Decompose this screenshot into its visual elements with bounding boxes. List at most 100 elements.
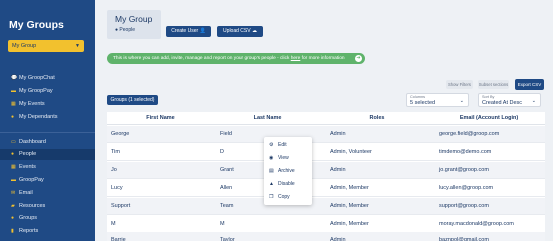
group-header-card: My Group ● People [107,10,161,39]
sidebar-item-grooppay[interactable]: ▬ GroopPay [0,175,95,186]
calendar-icon: ▦ [11,101,16,107]
cell-last-name: D [220,149,224,155]
sidebar-item-my-groopchat[interactable]: 💬 My GroopChat [0,73,95,84]
table-row[interactable]: Lucy Allen Admin, Member lucy.allen@groo… [107,180,545,197]
chevron-down-icon: ⌄ [459,98,464,104]
sidebar-item-events[interactable]: ▦ Events [0,162,95,173]
columns-value: 5 selected [410,100,436,106]
column-header-first-name[interactable]: First Name [107,112,214,125]
arrow-right-icon[interactable]: ➜ [355,55,362,62]
calendar-icon: ▦ [11,164,16,170]
sidebar-item-label: People [19,151,37,157]
sidebar-item-my-dependants[interactable]: ● My Dependants [0,112,95,123]
menu-item-label: Edit [278,142,287,148]
chat-icon: 💬 [11,75,18,81]
banner-link[interactable]: here [291,56,301,61]
export-csv-button[interactable]: Export CSV [515,79,544,90]
sidebar-item-label: Email [19,190,33,196]
table-row[interactable]: George Field Admin george.field@groop.co… [107,126,545,143]
sidebar-title: My Groups [9,19,64,31]
cell-last-name: Allen [220,185,233,191]
menu-item-edit[interactable]: ⚙ Edit [264,139,312,152]
cell-email: timdemo@demo.com [439,149,492,155]
sidebar-item-label: Groups [19,215,38,221]
users-icon: ● [11,114,15,120]
create-user-label: Create User [171,28,199,34]
sidebar-item-label: My GroopChat [19,75,55,81]
groups-button[interactable]: Groups (1 selected) [107,95,158,105]
cell-last-name: M [220,221,225,227]
sidebar-item-label: Events [19,164,36,170]
sidebar-item-reports[interactable]: ▮ Reports [0,226,95,237]
chart-icon: ▮ [11,228,14,234]
create-user-button[interactable]: Create User 👤 [166,26,211,37]
cell-roles: Admin [330,237,346,241]
menu-item-view[interactable]: ◉ View [264,152,312,165]
cell-first-name: Tim [111,149,120,155]
upload-csv-label: Upload CSV [223,28,251,34]
sidebar-item-label: GroopPay [19,177,44,183]
column-header-roles[interactable]: Roles [321,112,433,125]
sidebar-item-my-events[interactable]: ▦ My Events [0,99,95,110]
sidebar-divider [0,132,95,133]
banner-text: This is where you can add, invite, manag… [113,56,291,61]
cell-first-name: Support [111,203,131,209]
warning-icon: ▲ [269,181,274,187]
group-select-value: My Group [12,43,37,49]
column-header-email[interactable]: Email (Account Login) [433,112,545,125]
cell-last-name: Grant [220,167,234,173]
cell-email: george.field@groop.com [439,131,500,137]
column-header-last-name[interactable]: Last Name [214,112,321,125]
cell-email: lucy.allen@groop.com [439,185,494,191]
menu-item-label: Disable [278,181,295,187]
table-row[interactable]: M M Admin, Member moray.macdonald@groop.… [107,216,545,233]
table-row[interactable]: Barrie Taylor Admin baznpol@gmail.com [107,232,545,241]
sidebar-item-my-grooppay[interactable]: ▬ My GroopPay [0,86,95,97]
group-select[interactable]: My Group ▼ [8,40,84,52]
menu-item-archive[interactable]: ▤ Archive [264,165,312,178]
upload-csv-button[interactable]: Upload CSV ☁ [217,26,263,37]
table-row[interactable]: Support Team Admin, Member support@groop… [107,198,545,215]
menu-item-copy[interactable]: ❐ Copy [264,191,312,204]
sidebar-item-label: Resources [19,203,46,209]
archive-icon: ▤ [269,168,274,174]
cell-first-name: George [111,131,130,137]
page-subtitle-text: People [119,27,135,33]
eye-icon: ◉ [269,155,274,161]
cell-roles: Admin, Member [330,221,369,227]
show-filters-button[interactable]: Show Filters [446,80,473,89]
cell-email: jo.grant@groop.com [439,167,489,173]
card-icon: ▬ [11,88,16,94]
banner-text-end: for more information [300,56,345,61]
cell-roles: Admin, Member [330,203,369,209]
cell-first-name: Jo [111,167,117,173]
menu-item-label: View [278,155,289,161]
sort-select[interactable]: Sort By Created At Desc ⌄ [478,93,541,107]
menu-item-label: Copy [278,194,290,200]
sidebar-item-people[interactable]: ● People [0,149,95,160]
sidebar-item-label: My Events [19,101,45,107]
copy-icon: ❐ [269,194,274,200]
sidebar-item-groups[interactable]: ● Groups [0,213,95,224]
people-icon: ● [11,151,15,157]
table-row[interactable]: Jo Grant Admin jo.grant@groop.com [107,162,545,179]
columns-select[interactable]: Columns 5 selected ⌄ [406,93,469,107]
sidebar-item-dashboard[interactable]: ▭ Dashboard [0,137,95,148]
sidebar-item-email[interactable]: ✉ Email [0,188,95,199]
page-subtitle: ● People [115,27,135,33]
chevron-down-icon: ▼ [75,43,80,49]
table-row[interactable]: Tim D Admin, Volunteer timdemo@demo.com [107,144,545,161]
card-icon: ▬ [11,177,16,183]
subset-sections-button[interactable]: Subset sections [478,80,509,89]
row-context-menu: ⚙ Edit ◉ View ▤ Archive ▲ Disable ❐ Copy [264,137,312,205]
cell-roles: Admin, Volunteer [330,149,372,155]
info-banner: This is where you can add, invite, manag… [107,53,365,64]
sidebar-item-label: My GroopPay [19,88,53,94]
menu-item-disable[interactable]: ▲ Disable [264,178,312,191]
sidebar-item-label: My Dependants [19,114,58,120]
menu-item-label: Archive [278,168,295,174]
cell-first-name: Lucy [111,185,123,191]
cell-roles: Admin [330,131,346,137]
groups-icon: ● [11,215,15,221]
sidebar-item-resources[interactable]: ▰ Resources [0,201,95,212]
